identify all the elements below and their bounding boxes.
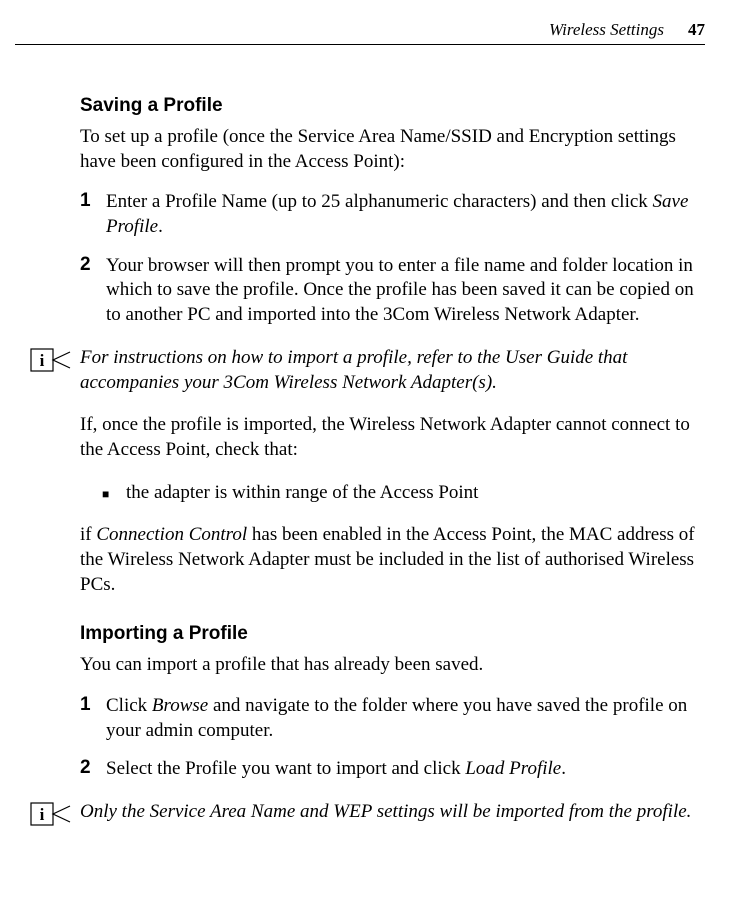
info-icon: i xyxy=(30,800,80,833)
step-text: Click Browse and navigate to the folder … xyxy=(106,694,705,743)
import-step-2: 2 Select the Profile you want to import … xyxy=(80,757,705,782)
importing-profile-intro: You can import a profile that has alread… xyxy=(80,653,705,678)
step-number: 2 xyxy=(80,757,106,782)
saving-profile-heading: Saving a Profile xyxy=(80,95,705,117)
istep2-a: Select the Profile you want to import an… xyxy=(106,758,465,779)
info-note-2: i Only the Service Area Name and WEP set… xyxy=(30,800,705,833)
connection-control-para: if Connection Control has been enabled i… xyxy=(80,523,705,597)
check-that-para: If, once the profile is imported, the Wi… xyxy=(80,413,705,462)
step-number: 1 xyxy=(80,694,106,743)
step1-text-a: Enter a Profile Name (up to 25 alphanume… xyxy=(106,191,653,212)
istep1-b: Browse xyxy=(152,695,208,716)
page-number: 47 xyxy=(688,20,705,40)
step-2: 2 Your browser will then prompt you to e… xyxy=(80,254,705,328)
para2-b: Connection Control xyxy=(96,524,247,545)
importing-profile-section: Importing a Profile You can import a pro… xyxy=(80,623,705,833)
step-text: Your browser will then prompt you to ent… xyxy=(106,254,705,328)
info-note-text: Only the Service Area Name and WEP setti… xyxy=(80,800,691,833)
info-note-1: i For instructions on how to import a pr… xyxy=(30,346,705,395)
istep2-c: . xyxy=(561,758,566,779)
bullet-item: ■ the adapter is within range of the Acc… xyxy=(102,481,705,506)
istep1-a: Click xyxy=(106,695,152,716)
step-number: 2 xyxy=(80,254,106,328)
bullet-text: the adapter is within range of the Acces… xyxy=(126,481,478,506)
import-step-1: 1 Click Browse and navigate to the folde… xyxy=(80,694,705,743)
step-text: Select the Profile you want to import an… xyxy=(106,757,566,782)
importing-profile-heading: Importing a Profile xyxy=(80,623,705,645)
para2-a: if xyxy=(80,524,96,545)
info-icon: i xyxy=(30,346,80,395)
bullet-marker: ■ xyxy=(102,481,126,506)
step1-text-c: . xyxy=(158,216,163,237)
page-header: Wireless Settings 47 xyxy=(15,20,705,45)
istep2-b: Load Profile xyxy=(465,758,561,779)
content-area: Saving a Profile To set up a profile (on… xyxy=(80,95,705,833)
svg-text:i: i xyxy=(40,805,45,824)
saving-profile-intro: To set up a profile (once the Service Ar… xyxy=(80,125,705,174)
step-number: 1 xyxy=(80,190,106,239)
step-1: 1 Enter a Profile Name (up to 25 alphanu… xyxy=(80,190,705,239)
header-section-title: Wireless Settings xyxy=(549,20,664,40)
info-note-text: For instructions on how to import a prof… xyxy=(80,346,705,395)
svg-text:i: i xyxy=(40,351,45,370)
step-text: Enter a Profile Name (up to 25 alphanume… xyxy=(106,190,705,239)
